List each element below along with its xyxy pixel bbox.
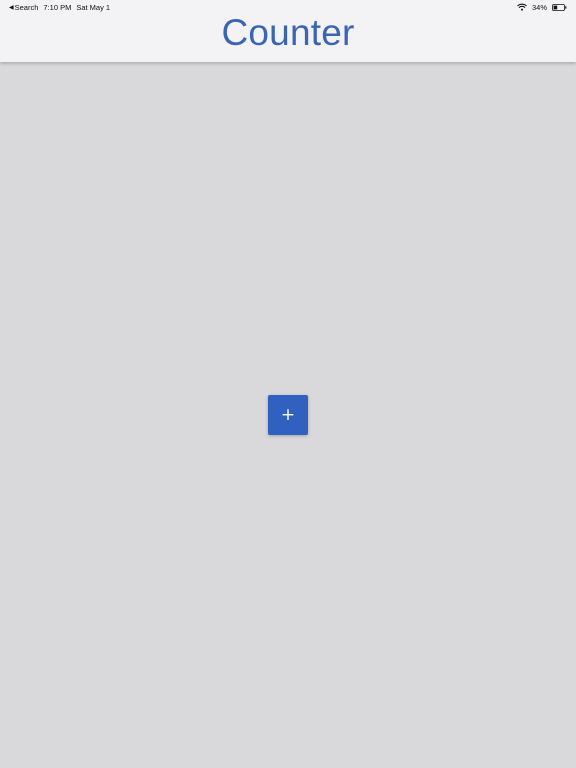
back-to-search-link[interactable]: ◀ Search xyxy=(9,3,38,12)
status-right: 34% xyxy=(517,3,567,12)
add-button[interactable]: + xyxy=(268,395,308,435)
status-date: Sat May 1 xyxy=(76,2,111,12)
page-title: Counter xyxy=(221,12,355,53)
status-left: ◀ Search 7:10 PM Sat May 1 xyxy=(9,3,110,12)
wifi-icon xyxy=(517,3,527,11)
status-time: 7:10 PM xyxy=(43,2,72,12)
back-arrow-icon: ◀ xyxy=(9,4,14,11)
battery-percent: 34% xyxy=(531,2,547,12)
battery-icon xyxy=(552,3,567,11)
status-bar: ◀ Search 7:10 PM Sat May 1 34% xyxy=(0,0,576,14)
plus-icon: + xyxy=(280,404,296,425)
back-label: Search xyxy=(14,2,39,12)
